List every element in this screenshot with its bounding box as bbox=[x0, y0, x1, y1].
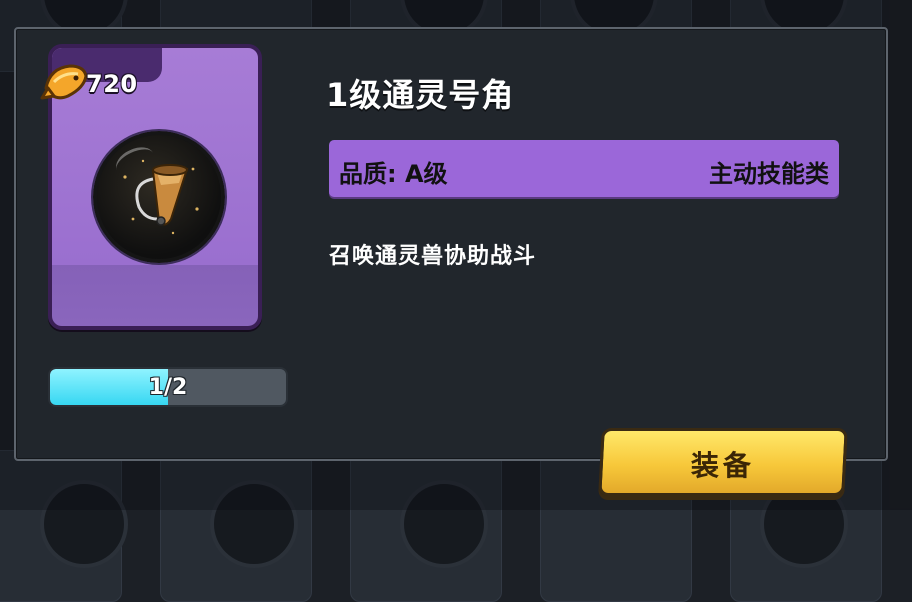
quality-bar: 品质: A级 主动技能类 bbox=[329, 140, 839, 197]
progress-text: 1/2 bbox=[148, 375, 188, 400]
item-description: 召唤通灵兽协助战斗 bbox=[329, 244, 537, 269]
quality-label: 品质: A级 bbox=[339, 160, 448, 188]
cost-value: 720 bbox=[86, 70, 138, 98]
category-label: 主动技能类 bbox=[709, 160, 829, 188]
upgrade-progress-bar: 1/2 bbox=[48, 367, 288, 407]
item-orb bbox=[93, 131, 225, 263]
fish-coin-icon bbox=[40, 64, 88, 100]
equip-button[interactable]: 装备 bbox=[598, 428, 848, 496]
equip-button-label: 装备 bbox=[690, 449, 755, 482]
item-title: 1级通灵号角 bbox=[326, 76, 515, 114]
